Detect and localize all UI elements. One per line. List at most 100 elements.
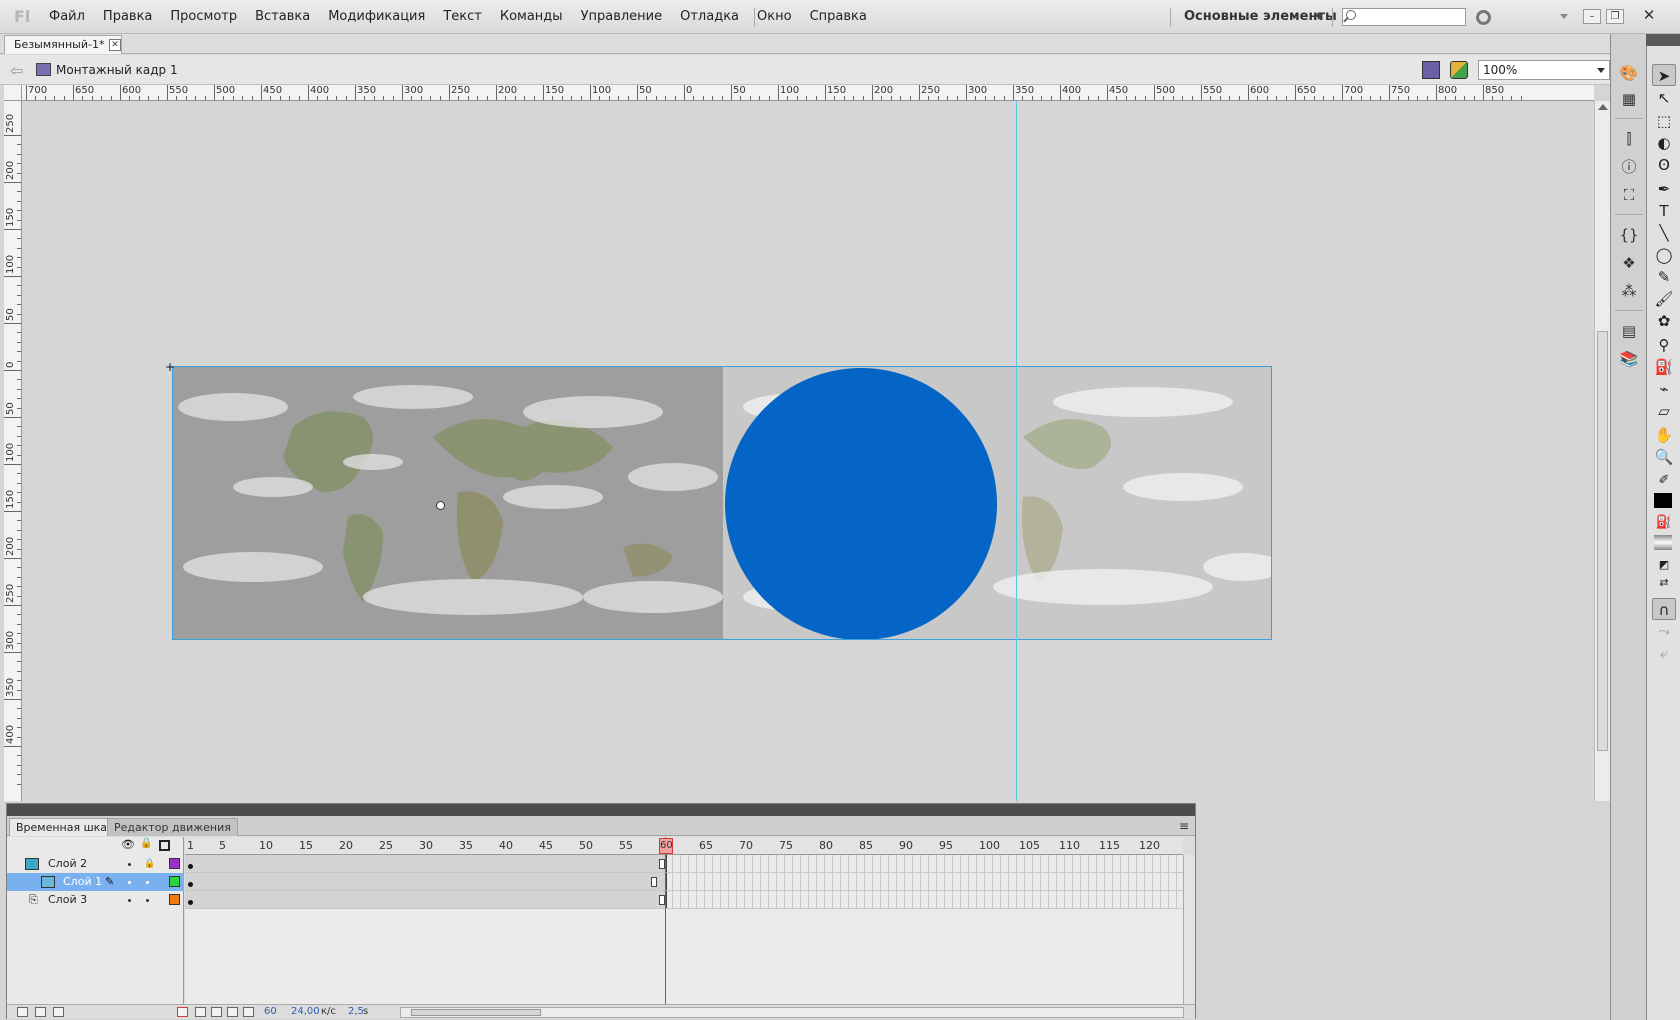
stroke-color-swatch[interactable] — [1652, 490, 1676, 512]
lock-icon[interactable]: 🔒 — [144, 855, 155, 873]
frames-area[interactable]: 1510152025303540455055606570758085909510… — [185, 837, 1183, 1007]
frame-number[interactable]: 120 — [1139, 839, 1160, 852]
restore-button[interactable]: ❐ — [1606, 9, 1624, 24]
subselection-tool-icon[interactable]: ↖ — [1652, 87, 1676, 109]
info-panel-icon[interactable]: ⓘ — [1617, 156, 1641, 178]
layer-row-selected[interactable]: Слой 1 ✎ — [7, 873, 184, 891]
snap-magnet-icon[interactable]: ∩ — [1652, 598, 1676, 620]
edit-scene-icon[interactable] — [1422, 61, 1440, 79]
pasteboard[interactable]: + — [22, 101, 1594, 801]
selection-tool-icon[interactable]: ➤ — [1652, 64, 1676, 86]
align-panel-icon[interactable]: ⫿ — [1617, 128, 1641, 150]
frame-number[interactable]: 25 — [379, 839, 393, 852]
frame-number[interactable]: 115 — [1099, 839, 1120, 852]
eye-icon[interactable]: 👁 — [121, 838, 135, 851]
new-layer-icon[interactable] — [17, 1007, 28, 1017]
code-snippets-icon[interactable]: {} — [1617, 224, 1641, 246]
bone-tool-icon[interactable]: ⚲ — [1652, 334, 1676, 356]
delete-icon[interactable] — [53, 1007, 64, 1017]
keyframe[interactable] — [188, 882, 193, 887]
playhead[interactable] — [665, 837, 666, 1007]
eraser-tool-icon[interactable]: ▱ — [1652, 400, 1676, 422]
frame-number[interactable]: 10 — [259, 839, 273, 852]
frame-number[interactable]: 70 — [739, 839, 753, 852]
library-panel-icon[interactable]: 📚 — [1617, 348, 1641, 370]
color-panel-icon[interactable]: 🎨 — [1617, 62, 1641, 84]
menu-text[interactable]: Текст — [434, 0, 491, 34]
stroke-color-icon[interactable]: ✐ — [1652, 470, 1676, 492]
menu-view[interactable]: Просмотр — [161, 0, 246, 34]
menu-window[interactable]: Окно — [748, 0, 801, 34]
frame-number[interactable]: 45 — [539, 839, 553, 852]
menu-modify[interactable]: Модификация — [319, 0, 434, 34]
elapsed-time-value[interactable]: 2,5 — [348, 1006, 364, 1017]
tab-motion-editor[interactable]: Редактор движения — [107, 818, 238, 836]
frame-number[interactable]: 20 — [339, 839, 353, 852]
timeline-header[interactable] — [7, 804, 1195, 816]
edit-multiple-frames-icon[interactable] — [227, 1007, 238, 1017]
panel-menu-icon[interactable]: ≡ — [1179, 819, 1189, 833]
fill-color-icon[interactable]: ⛽ — [1652, 512, 1676, 534]
search-input[interactable] — [1342, 8, 1466, 26]
swatches-panel-icon[interactable]: ▦ — [1617, 88, 1641, 110]
frame-span[interactable] — [185, 891, 667, 908]
end-frame[interactable] — [651, 877, 657, 887]
layer-name[interactable]: Слой 3 — [48, 891, 87, 909]
scrollbar-thumb[interactable] — [1597, 331, 1608, 751]
frame-row[interactable] — [185, 855, 1183, 873]
frame-number[interactable]: 105 — [1019, 839, 1040, 852]
world-map-image-left[interactable] — [173, 367, 723, 639]
frame-number[interactable]: 65 — [699, 839, 713, 852]
menu-edit[interactable]: Правка — [94, 0, 161, 34]
layer-color-swatch[interactable] — [169, 858, 180, 869]
paint-bucket-tool-icon[interactable]: ⛽ — [1652, 356, 1676, 378]
frame-number[interactable]: 35 — [459, 839, 473, 852]
outline-icon[interactable] — [159, 840, 170, 851]
transform-panel-icon[interactable]: ⛶ — [1617, 184, 1641, 206]
brush-tool-icon[interactable]: 🖌 — [1652, 288, 1676, 310]
frame-number[interactable]: 40 — [499, 839, 513, 852]
pen-tool-icon[interactable]: ✒ — [1652, 178, 1676, 200]
smooth-icon[interactable]: ⤳ — [1652, 620, 1676, 642]
zoom-tool-icon[interactable]: 🔍 — [1652, 446, 1676, 468]
new-folder-icon[interactable] — [35, 1007, 46, 1017]
blue-circle-shape[interactable] — [725, 368, 997, 639]
stage-vertical-scrollbar[interactable] — [1594, 101, 1610, 801]
close-button[interactable]: ✕ — [1638, 8, 1660, 24]
menu-insert[interactable]: Вставка — [246, 0, 319, 34]
layer-row[interactable]: ⎘ Слой 3 — [7, 891, 184, 909]
frame-row[interactable] — [185, 873, 1183, 891]
modify-onion-markers-icon[interactable] — [243, 1007, 254, 1017]
layer-row[interactable]: Слой 2 🔒 — [7, 855, 184, 873]
frame-rate-value[interactable]: 24,00 — [291, 1006, 320, 1017]
zoom-select[interactable]: 100% — [1478, 60, 1610, 80]
menu-commands[interactable]: Команды — [491, 0, 572, 34]
timeline-horizontal-scrollbar[interactable] — [400, 1007, 1184, 1018]
onion-skin-icon[interactable] — [195, 1007, 206, 1017]
frame-number[interactable]: 75 — [779, 839, 793, 852]
pencil-tool-icon[interactable]: ✎ — [1652, 266, 1676, 288]
layer-name[interactable]: Слой 1 — [63, 873, 102, 891]
properties-panel-icon[interactable]: ▤ — [1617, 320, 1641, 342]
menu-debug[interactable]: Отладка — [671, 0, 748, 34]
minimize-button[interactable]: – — [1583, 9, 1601, 24]
frame-number[interactable]: 55 — [619, 839, 633, 852]
frame-number[interactable]: 30 — [419, 839, 433, 852]
chevron-down-icon[interactable] — [1560, 14, 1568, 19]
frame-span[interactable] — [185, 855, 667, 872]
oval-tool-icon[interactable]: ◯ — [1652, 244, 1676, 266]
frame-number[interactable]: 85 — [859, 839, 873, 852]
scrollbar-thumb[interactable] — [411, 1009, 541, 1016]
frame-number[interactable]: 50 — [579, 839, 593, 852]
frame-number[interactable]: 1 — [187, 839, 194, 852]
center-frame-icon[interactable] — [177, 1007, 188, 1017]
text-tool-icon[interactable]: T — [1652, 200, 1676, 222]
frame-number[interactable]: 15 — [299, 839, 313, 852]
frame-row[interactable] — [185, 891, 1183, 909]
current-frame-value[interactable]: 60 — [264, 1006, 277, 1017]
layer-color-swatch[interactable] — [169, 876, 180, 887]
guide-line[interactable] — [1016, 101, 1017, 801]
straighten-icon[interactable]: ⤶ — [1652, 642, 1676, 664]
deco-tool-icon[interactable]: ✿ — [1652, 310, 1676, 332]
free-transform-tool-icon[interactable]: ⬚ — [1652, 110, 1676, 132]
